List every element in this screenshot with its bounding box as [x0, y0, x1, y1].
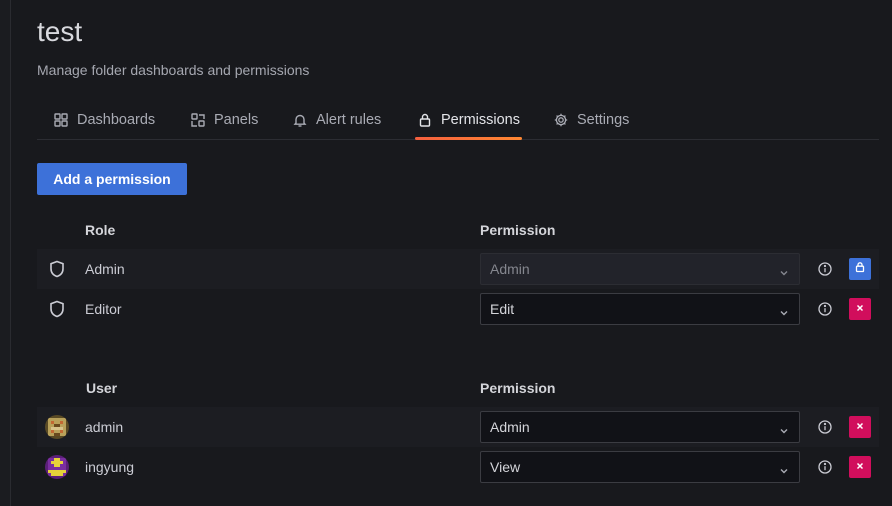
permission-column-header: Permission: [480, 380, 556, 396]
permission-select[interactable]: Edit: [480, 293, 800, 325]
info-circle-icon[interactable]: [817, 459, 833, 475]
avatar: [45, 415, 69, 439]
role-column-header: Role: [85, 222, 116, 238]
close-icon: [855, 300, 865, 318]
apps-icon: [53, 112, 69, 128]
permission-select[interactable]: View: [480, 451, 800, 483]
chevron-down-icon: [779, 265, 789, 281]
role-name: Editor: [85, 301, 122, 317]
role-row-admin: Admin Admin: [37, 249, 879, 289]
remove-permission-button[interactable]: [849, 456, 871, 478]
library-panel-icon: [190, 112, 206, 128]
permission-value: Edit: [490, 301, 515, 317]
role-row-editor: Editor Edit: [37, 289, 879, 329]
user-name: ingyung: [85, 459, 135, 475]
page-subtitle: Manage folder dashboards and permissions: [37, 62, 310, 78]
tab-alert-rules[interactable]: Alert rules: [292, 101, 381, 138]
tab-label: Permissions: [441, 111, 520, 128]
permission-value: Admin: [490, 419, 530, 435]
user-column-header: User: [86, 380, 118, 396]
user-name: admin: [85, 419, 124, 435]
tab-panels[interactable]: Panels: [190, 101, 258, 138]
avatar: [45, 455, 69, 479]
tab-label: Panels: [214, 111, 259, 128]
tab-label: Alert rules: [316, 111, 382, 128]
active-tab-indicator: [415, 137, 522, 140]
permission-value: View: [490, 459, 521, 475]
close-icon: [855, 418, 865, 436]
user-row-admin: admin Admin: [37, 407, 879, 447]
info-circle-icon[interactable]: [817, 301, 833, 317]
close-icon: [855, 458, 865, 476]
locked-permission-button[interactable]: [849, 258, 871, 280]
lock-icon: [854, 260, 866, 278]
tab-settings[interactable]: Settings: [553, 101, 629, 138]
lock-icon: [417, 112, 433, 128]
permission-value: Admin: [490, 261, 530, 277]
shield-icon: [47, 259, 67, 279]
chevron-down-icon: [779, 423, 789, 439]
remove-permission-button[interactable]: [849, 298, 871, 320]
permission-select[interactable]: Admin: [480, 411, 800, 443]
chevron-down-icon: [779, 463, 789, 479]
cog-icon: [553, 112, 569, 128]
shield-icon: [47, 299, 67, 319]
bell-icon: [292, 112, 308, 128]
chevron-down-icon: [779, 305, 789, 321]
tab-label: Settings: [577, 111, 630, 128]
info-circle-icon[interactable]: [817, 261, 833, 277]
remove-permission-button[interactable]: [849, 416, 871, 438]
side-menu-edge: [0, 0, 11, 506]
app-root: test Manage folder dashboards and permis…: [0, 0, 892, 506]
user-row-ingyung: ingyung View: [37, 447, 879, 487]
tab-bar: Dashboards Panels Alert rules Permission…: [37, 101, 879, 140]
add-permission-button[interactable]: Add a permission: [37, 163, 187, 195]
permission-column-header: Permission: [480, 222, 556, 238]
info-circle-icon[interactable]: [817, 419, 833, 435]
page-title: test: [37, 16, 83, 47]
tab-dashboards[interactable]: Dashboards: [53, 101, 155, 138]
tab-label: Dashboards: [77, 111, 156, 128]
role-name: Admin: [85, 261, 125, 277]
permission-select: Admin: [480, 253, 800, 285]
tab-permissions[interactable]: Permissions: [415, 101, 522, 140]
